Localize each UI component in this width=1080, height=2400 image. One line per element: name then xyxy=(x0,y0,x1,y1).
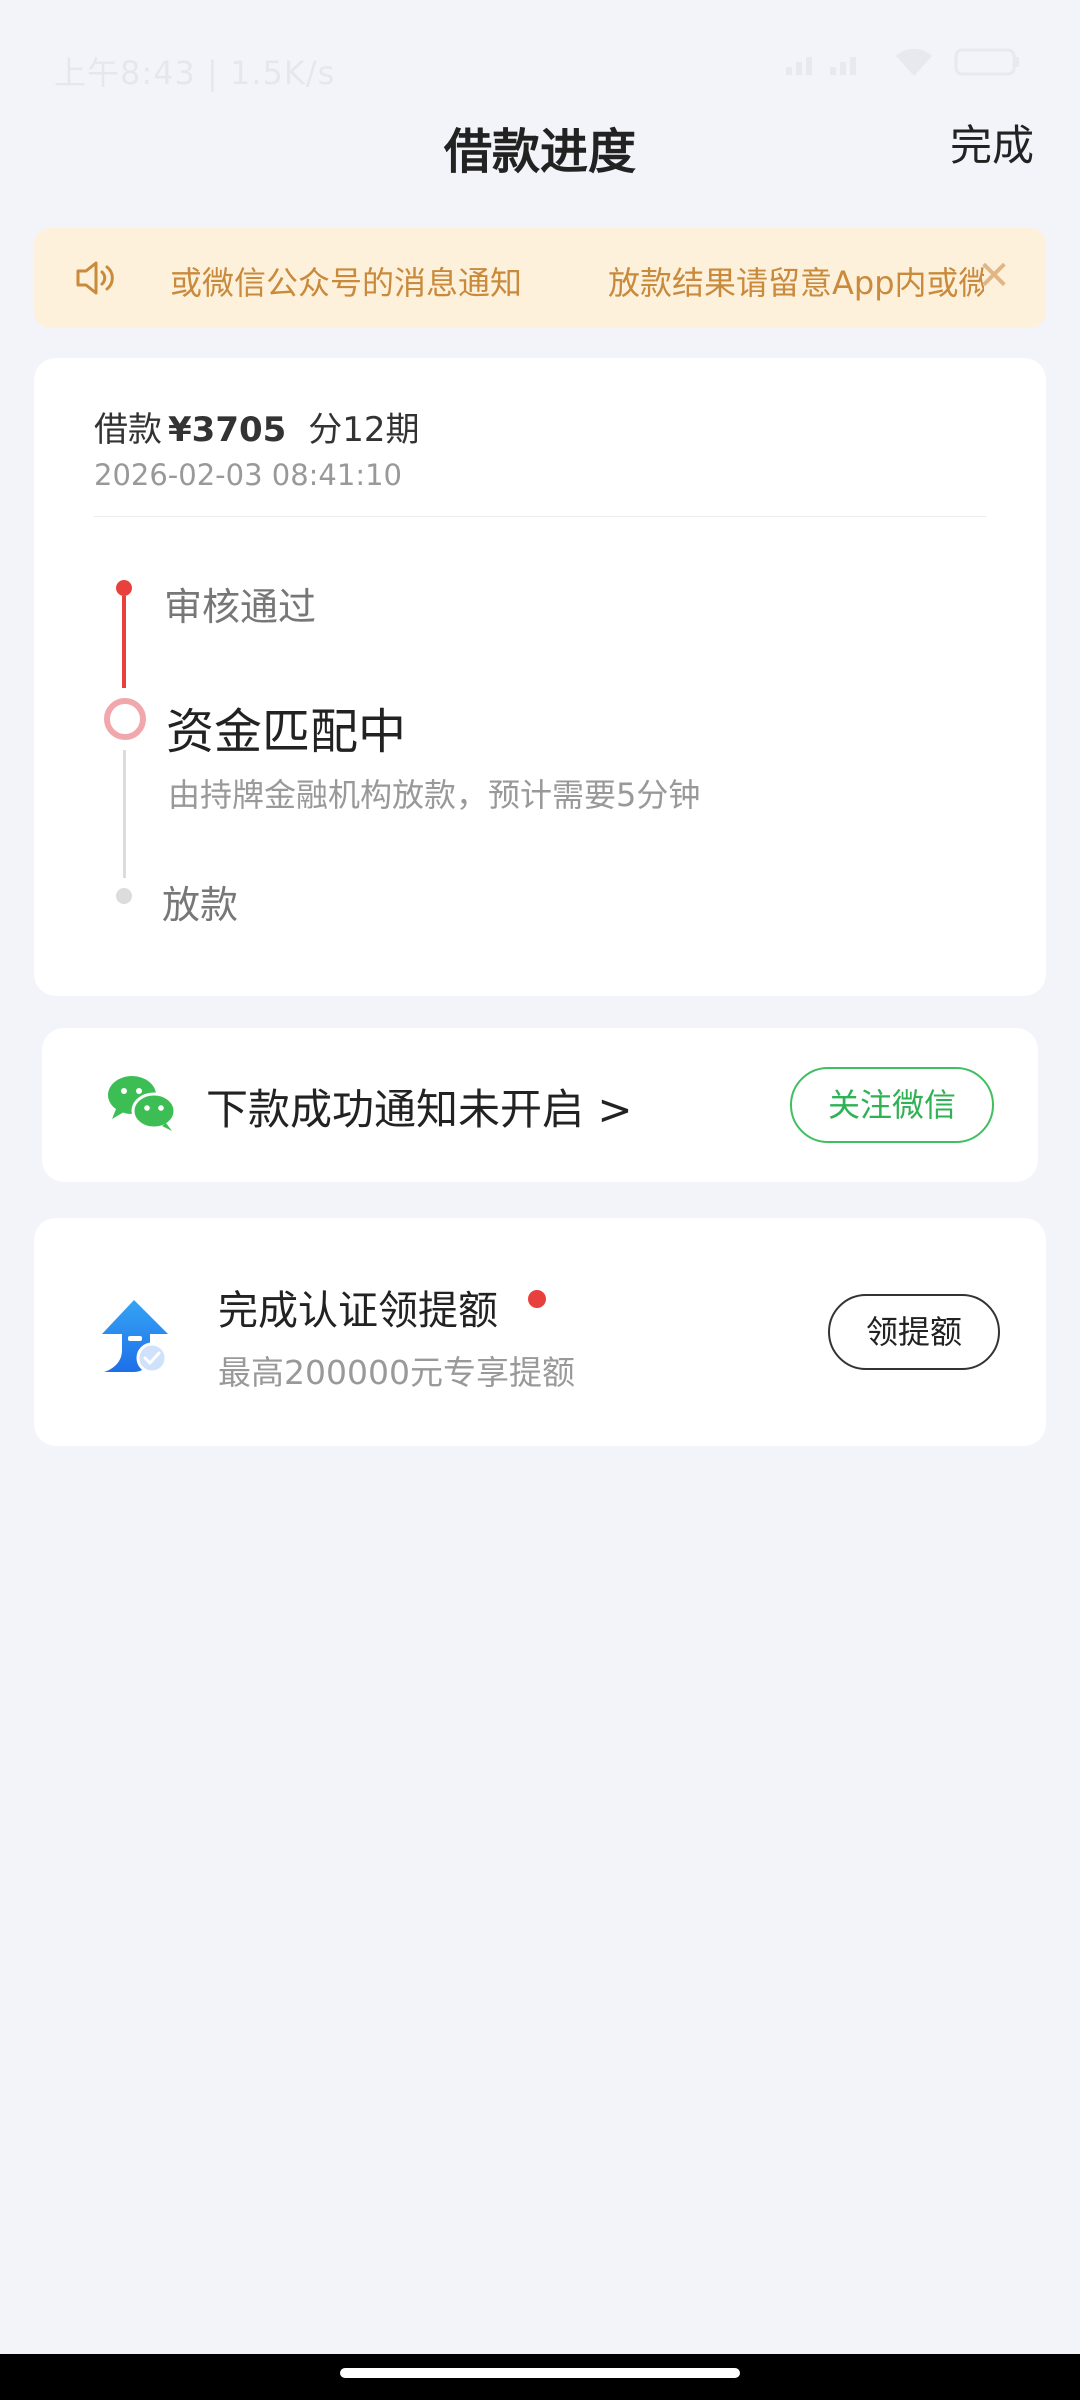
loan-progress-card: 借款 ¥3705 分12期 2026-02-03 08:41:10 审核通过 资金匹… xyxy=(34,358,1046,996)
step-label-matching: 资金匹配中 xyxy=(166,704,407,760)
red-dot-badge xyxy=(528,1290,546,1308)
speaker-icon xyxy=(74,258,120,298)
notice-text-b: 放款结果请留意App内或微 xyxy=(608,264,984,302)
home-indicator[interactable] xyxy=(340,2368,740,2378)
limit-up-arrow-icon xyxy=(94,1296,178,1380)
follow-wechat-button[interactable]: 关注微信 xyxy=(790,1067,994,1143)
close-icon[interactable]: ✕ xyxy=(970,252,1018,300)
step-line-done xyxy=(122,596,126,688)
credit-title: 完成认证领提额 xyxy=(218,1288,498,1334)
header: 借款进度 完成 xyxy=(0,100,1080,190)
battery-icon xyxy=(954,47,1020,77)
status-icons xyxy=(784,46,1020,78)
wechat-icon xyxy=(106,1073,178,1133)
signal-icon xyxy=(784,47,874,77)
step-desc-matching: 由持牌金融机构放款，预计需要5分钟 xyxy=(168,776,701,814)
credit-subtitle: 最高200000元专享提额 xyxy=(218,1353,575,1392)
claim-limit-button[interactable]: 领提额 xyxy=(828,1294,1000,1370)
wechat-notify-card: 下款成功通知未开启 > 关注微信 xyxy=(42,1028,1038,1182)
progress-timeline: 审核通过 资金匹配中 由持牌金融机构放款，预计需要5分钟 放款 xyxy=(34,358,1046,996)
step-pending-dot xyxy=(116,888,132,904)
system-nav-bar xyxy=(0,2354,1080,2400)
step-current-ring xyxy=(104,698,146,740)
page-title: 借款进度 xyxy=(443,124,636,180)
step-label-disburse: 放款 xyxy=(162,883,239,927)
wifi-icon xyxy=(892,46,936,78)
done-button[interactable]: 完成 xyxy=(950,112,1034,173)
wechat-notify-link[interactable]: 下款成功通知未开启 > xyxy=(206,1076,633,1137)
notice-marquee: 或微信公众号的消息通知 放款结果请留意App内或微 xyxy=(134,228,984,328)
notice-text-a: 或微信公众号的消息通知 xyxy=(170,264,523,302)
step-label-approved: 审核通过 xyxy=(164,585,317,629)
step-done-dot xyxy=(116,580,132,596)
credit-boost-card: 完成认证领提额 最高200000元专享提额 领提额 xyxy=(34,1218,1046,1446)
status-time: 上午8:43 | 1.5K/s xyxy=(54,54,336,92)
notice-banner: 或微信公众号的消息通知 放款结果请留意App内或微 ✕ xyxy=(34,228,1046,328)
step-line-pending xyxy=(123,750,126,878)
